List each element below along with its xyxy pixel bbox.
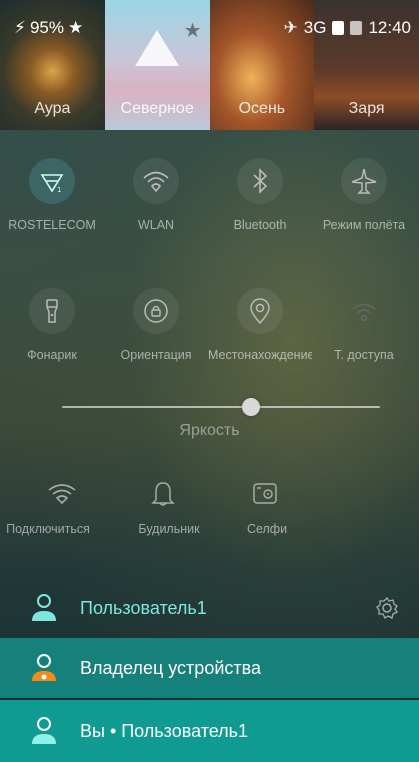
svg-text:1: 1	[57, 186, 61, 194]
star-icon: ★	[67, 18, 84, 37]
toggle-rostelecom[interactable]: 1 ROSTELECOM	[0, 158, 104, 278]
rotation-lock-icon	[133, 288, 179, 334]
status-bar: ⚡ 95% ★ ✈ 3G 12:40	[0, 0, 419, 37]
battery-level: 95%	[29, 18, 64, 37]
toggle-label: WLAN	[137, 218, 175, 232]
battery-icon	[350, 21, 363, 35]
toggle-label: Т. доступа	[334, 348, 394, 362]
sim-icon	[332, 21, 345, 35]
toggle-label: Местонахождение	[208, 348, 312, 362]
toggle-location[interactable]: Местонахождение	[208, 288, 312, 408]
brightness-slider[interactable]	[62, 398, 380, 416]
location-icon	[237, 288, 283, 334]
current-user-row[interactable]: Пользователь1	[0, 578, 419, 638]
user-icon	[32, 717, 56, 744]
owner-user-icon	[32, 654, 56, 681]
toggle-label: Режим полёта	[322, 218, 406, 232]
toggle-orientation[interactable]: Ориентация	[104, 288, 208, 408]
network-type: 3G	[303, 18, 327, 37]
charging-icon: ⚡	[14, 18, 26, 37]
mountain-icon	[135, 30, 180, 66]
you-user-label: Вы • Пользователь1	[80, 720, 249, 741]
toggle-label: Bluetooth	[233, 218, 287, 232]
toggle-bluetooth[interactable]: Bluetooth	[208, 158, 312, 278]
device-owner-label: Владелец устройства	[80, 657, 261, 678]
alarm-bell-icon	[140, 470, 186, 516]
airplane-small-icon: ✈	[283, 18, 298, 37]
theme-label: Северное	[120, 100, 194, 117]
connect-icon	[39, 470, 85, 516]
toggle-connect[interactable]: Подключиться	[6, 470, 110, 590]
toggle-wlan[interactable]: WLAN	[104, 158, 208, 278]
toggle-hotspot[interactable]: Т. доступа	[312, 288, 416, 408]
toggle-label: Селфи	[246, 522, 288, 536]
bluetooth-icon	[237, 158, 283, 204]
you-user-row[interactable]: Вы • Пользователь1	[0, 700, 419, 762]
brightness-label: Яркость	[179, 422, 240, 439]
toggle-label: ROSTELECOM	[8, 218, 96, 232]
theme-label: Осень	[238, 100, 286, 117]
hotspot-icon	[341, 288, 387, 334]
toggle-label: Будильник	[138, 522, 200, 536]
slider-thumb[interactable]	[242, 398, 260, 416]
slider-track	[62, 406, 380, 408]
toggle-label: Фонарик	[27, 348, 77, 362]
wifi-signal-icon: 1	[29, 158, 75, 204]
gear-icon[interactable]	[375, 596, 399, 620]
toggle-selfie[interactable]: Селфи	[222, 470, 326, 590]
toggle-label: Ориентация	[120, 348, 192, 362]
theme-label: Заря	[348, 100, 385, 117]
camera-icon	[242, 470, 288, 516]
device-owner-row[interactable]: Владелец устройства	[0, 638, 419, 698]
toggle-airplane[interactable]: Режим полёта	[312, 158, 416, 278]
toggle-flashlight[interactable]: Фонарик	[0, 288, 104, 408]
theme-label: Аура	[34, 100, 71, 117]
wifi-icon	[133, 158, 179, 204]
toggle-alarm[interactable]: Будильник	[118, 470, 222, 590]
airplane-icon	[341, 158, 387, 204]
current-user-name: Пользователь1	[80, 597, 207, 618]
toggle-label: Подключиться	[6, 522, 90, 536]
clock: 12:40	[368, 18, 411, 37]
flashlight-icon	[29, 288, 75, 334]
user-icon	[32, 594, 56, 621]
